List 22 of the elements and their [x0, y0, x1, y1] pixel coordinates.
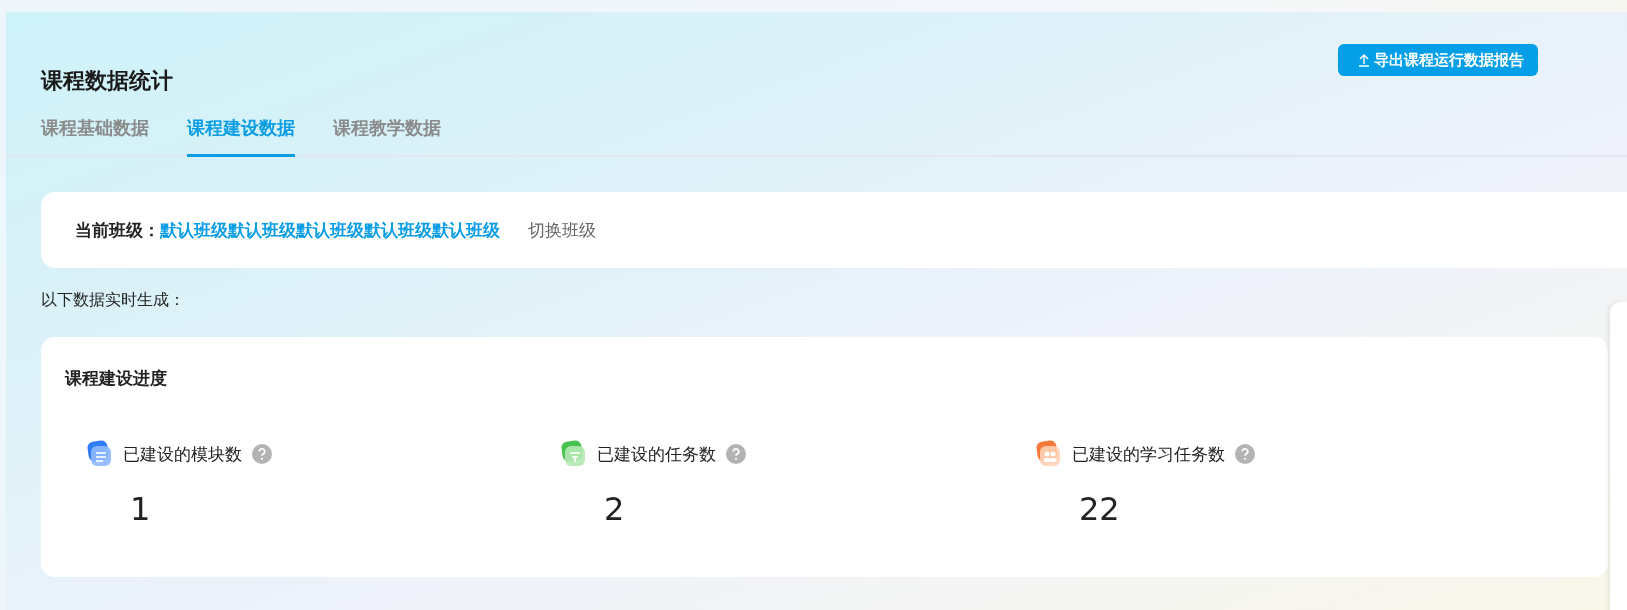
class-name: 默认班级默认班级默认班级默认班级默认班级: [160, 218, 500, 242]
tab[interactable]: 课程基础数据: [41, 116, 149, 157]
upload-icon: [1358, 53, 1370, 67]
stat-value: 2: [604, 490, 626, 528]
tab[interactable]: 课程建设数据: [187, 116, 295, 157]
class-label: 当前班级：: [75, 218, 160, 242]
export-button[interactable]: 导出课程运行数据报告: [1338, 44, 1538, 76]
realtime-note: 以下数据实时生成：: [41, 290, 186, 311]
people-icon: [1034, 440, 1062, 468]
stat-label: 已建设的模块数: [123, 442, 242, 466]
document-icon: [85, 440, 113, 468]
stat-label: 已建设的学习任务数: [1072, 442, 1225, 466]
page-title: 课程数据统计: [41, 67, 173, 95]
help-icon[interactable]: [1235, 444, 1255, 464]
stat-value: 1: [130, 490, 152, 528]
tab[interactable]: 课程教学数据: [333, 116, 441, 157]
stat-label: 已建设的任务数: [597, 442, 716, 466]
help-icon[interactable]: [252, 444, 272, 464]
stat-value: 22: [1079, 490, 1121, 528]
card-title: 课程建设进度: [65, 367, 168, 390]
help-icon[interactable]: [726, 444, 746, 464]
switch-class-link[interactable]: 切换班级: [528, 218, 596, 242]
